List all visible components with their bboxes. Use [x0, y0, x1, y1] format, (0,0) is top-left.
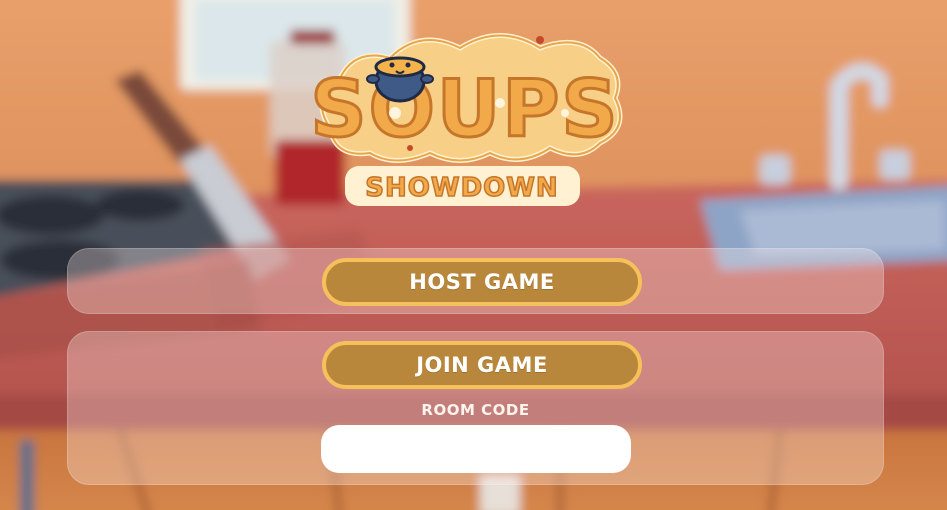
join-panel: JOIN GAME ROOM CODE	[67, 331, 884, 485]
join-game-button[interactable]: JOIN GAME	[322, 341, 642, 389]
room-code-label: ROOM CODE	[421, 401, 530, 419]
game-logo: SOUPS SHOWDOWN	[300, 18, 630, 218]
host-game-button[interactable]: HOST GAME	[322, 258, 642, 306]
host-panel: HOST GAME	[67, 248, 884, 314]
room-code-input[interactable]	[321, 425, 631, 473]
logo-title: SOUPS	[310, 65, 619, 155]
logo-subtitle: SHOWDOWN	[365, 173, 558, 203]
